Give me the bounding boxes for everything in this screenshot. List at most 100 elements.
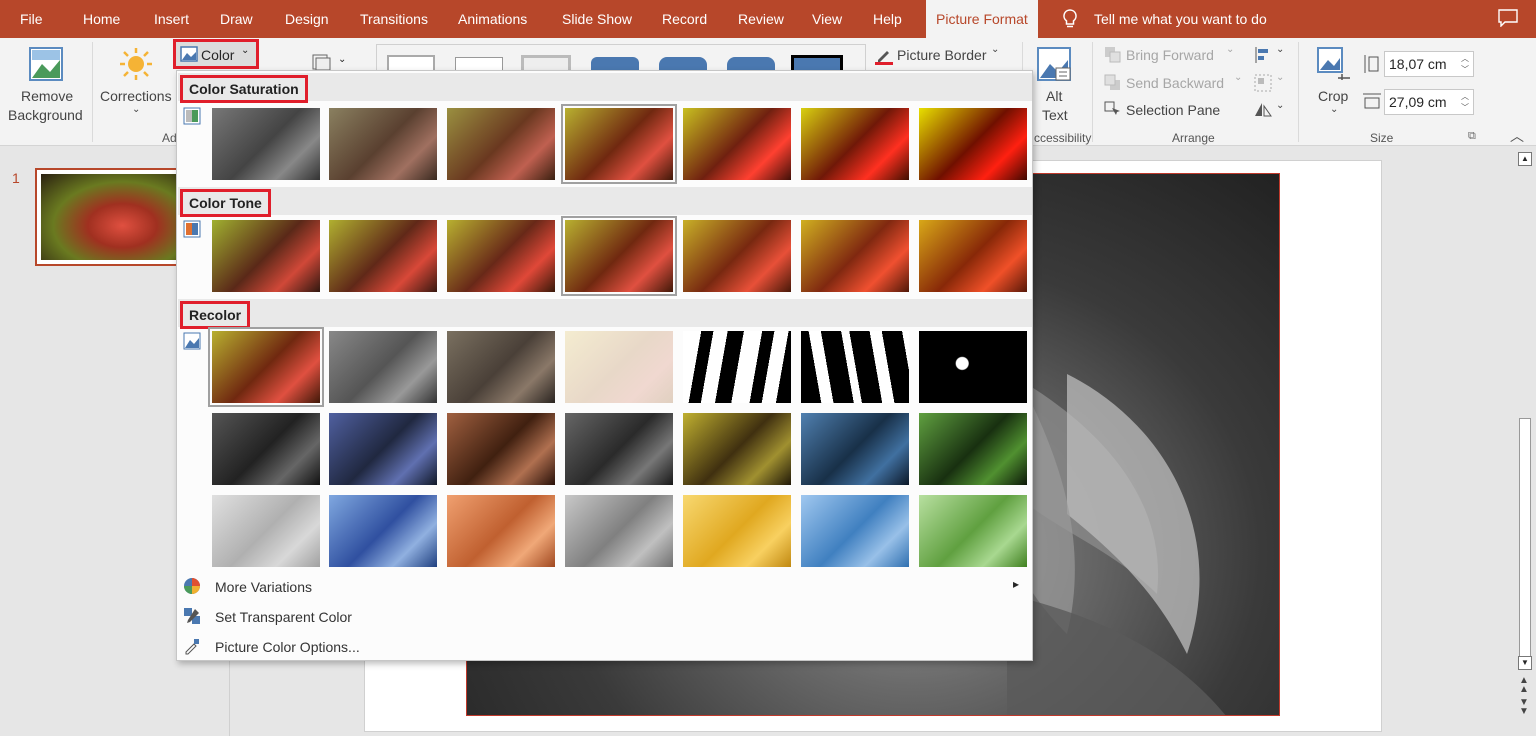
picture-color-options-icon xyxy=(185,639,199,655)
rotate-icon[interactable] xyxy=(1254,100,1272,118)
recolor-swatch[interactable] xyxy=(447,331,555,403)
scroll-thumb[interactable] xyxy=(1519,418,1531,660)
tab-record[interactable]: Record xyxy=(662,0,707,38)
picture-color-options-item[interactable]: Picture Color Options... xyxy=(215,639,360,655)
dialog-launcher-icon[interactable]: ⧉ xyxy=(1468,130,1476,143)
recolor-swatch[interactable] xyxy=(329,331,437,403)
tab-review[interactable]: Review xyxy=(738,0,784,38)
tab-help[interactable]: Help xyxy=(873,0,902,38)
more-variations-item[interactable]: More Variations xyxy=(215,579,312,595)
arrange-group-label: Arrange xyxy=(1172,131,1215,145)
alt-text-label-2[interactable]: Text xyxy=(1042,107,1068,123)
remove-background-icon[interactable] xyxy=(28,46,64,82)
recolor-swatch[interactable] xyxy=(919,413,1027,485)
picture-styles-gallery[interactable] xyxy=(376,44,866,73)
group-icon xyxy=(1254,74,1272,92)
chevron-down-icon[interactable]: ⌄ xyxy=(991,44,999,55)
recolor-swatch[interactable] xyxy=(683,331,791,403)
chevron-down-icon: ⌄ xyxy=(241,45,250,56)
set-transparent-color-item[interactable]: Set Transparent Color xyxy=(215,609,352,625)
spinner-arrows-icon[interactable]: ︿ ﹀ xyxy=(1461,91,1469,113)
remove-background-label-1[interactable]: Remove xyxy=(21,88,73,104)
recolor-swatch[interactable] xyxy=(565,331,673,403)
recolor-swatch[interactable] xyxy=(329,413,437,485)
recolor-swatch[interactable] xyxy=(683,413,791,485)
selection-pane-icon[interactable] xyxy=(1104,100,1122,118)
recolor-swatch[interactable] xyxy=(447,495,555,567)
tab-picture-format[interactable]: Picture Format xyxy=(926,0,1038,38)
recolor-swatch[interactable] xyxy=(919,495,1027,567)
recolor-swatch[interactable] xyxy=(801,331,909,403)
saturation-swatch[interactable] xyxy=(329,108,437,180)
width-icon xyxy=(1363,93,1381,109)
corrections-icon[interactable] xyxy=(118,46,154,85)
tab-draw[interactable]: Draw xyxy=(220,0,253,38)
separator xyxy=(1298,42,1299,142)
send-backward-icon xyxy=(1104,74,1120,90)
height-input[interactable]: 18,07 cm ︿ ﹀ xyxy=(1384,51,1474,77)
saturation-swatch[interactable] xyxy=(447,108,555,180)
tone-swatch[interactable] xyxy=(801,220,909,292)
tone-swatch[interactable] xyxy=(561,216,677,296)
width-input[interactable]: 27,09 cm ︿ ﹀ xyxy=(1384,89,1474,115)
vertical-scrollbar[interactable]: ▲ ▼ ▲ ▲ ▼ ▼ xyxy=(1514,146,1536,736)
tone-swatch[interactable] xyxy=(447,220,555,292)
tab-insert[interactable]: Insert xyxy=(154,0,189,38)
tab-animations[interactable]: Animations xyxy=(458,0,527,38)
crop-icon[interactable] xyxy=(1316,46,1352,82)
alt-text-icon[interactable] xyxy=(1036,46,1072,82)
selection-pane-label[interactable]: Selection Pane xyxy=(1126,102,1220,118)
tab-slide-show[interactable]: Slide Show xyxy=(562,0,632,38)
tell-me-search[interactable]: Tell me what you want to do xyxy=(1062,0,1267,38)
collapse-ribbon-icon[interactable]: ︿ xyxy=(1510,126,1524,146)
tone-swatch[interactable] xyxy=(919,220,1027,292)
previous-slide-icon[interactable]: ▲ ▲ xyxy=(1519,676,1529,695)
recolor-swatch[interactable] xyxy=(212,413,320,485)
saturation-swatch[interactable] xyxy=(561,104,677,184)
chevron-down-icon[interactable]: ⌄ xyxy=(338,54,346,65)
tab-transitions[interactable]: Transitions xyxy=(360,0,428,38)
recolor-swatch[interactable] xyxy=(565,413,673,485)
saturation-swatch[interactable] xyxy=(801,108,909,180)
color-button[interactable]: Color ⌄ xyxy=(173,39,259,69)
corrections-label[interactable]: Corrections xyxy=(100,88,172,104)
alt-text-label-1[interactable]: Alt xyxy=(1046,88,1062,104)
corrections-chevron-icon[interactable]: ⌄ xyxy=(132,104,140,115)
recolor-swatch[interactable] xyxy=(919,331,1027,403)
remove-background-label-2[interactable]: Background xyxy=(8,107,83,123)
tab-view[interactable]: View xyxy=(812,0,842,38)
chevron-down-icon[interactable]: ⌄ xyxy=(1276,44,1284,55)
saturation-swatch[interactable] xyxy=(919,108,1027,180)
width-value: 27,09 cm xyxy=(1389,94,1447,110)
adjust-group-label: Ad xyxy=(162,131,177,145)
recolor-swatch[interactable] xyxy=(683,495,791,567)
slide-thumbnail[interactable] xyxy=(35,168,195,266)
recolor-swatch[interactable] xyxy=(801,413,909,485)
scroll-down-icon[interactable]: ▼ xyxy=(1518,656,1532,670)
comment-icon[interactable] xyxy=(1498,9,1518,27)
chevron-down-icon[interactable]: ⌄ xyxy=(1276,100,1284,111)
tone-swatch[interactable] xyxy=(212,220,320,292)
next-slide-icon[interactable]: ▼ ▼ xyxy=(1519,698,1529,717)
recolor-swatch[interactable] xyxy=(565,495,673,567)
crop-label[interactable]: Crop xyxy=(1318,88,1348,104)
scroll-up-icon[interactable]: ▲ xyxy=(1518,152,1532,166)
align-icon[interactable] xyxy=(1254,46,1272,64)
spinner-arrows-icon[interactable]: ︿ ﹀ xyxy=(1461,53,1469,75)
picture-border-label[interactable]: Picture Border xyxy=(897,47,986,63)
recolor-swatch[interactable] xyxy=(447,413,555,485)
crop-chevron-icon[interactable]: ⌄ xyxy=(1330,104,1338,115)
recolor-swatch[interactable] xyxy=(801,495,909,567)
recolor-swatch[interactable] xyxy=(208,327,324,407)
saturation-swatch[interactable] xyxy=(683,108,791,180)
tab-file[interactable]: File xyxy=(20,0,43,38)
tab-home[interactable]: Home xyxy=(83,0,120,38)
tab-design[interactable]: Design xyxy=(285,0,329,38)
picture-border-icon[interactable] xyxy=(874,46,894,66)
recolor-swatch[interactable] xyxy=(212,495,320,567)
recolor-swatch[interactable] xyxy=(329,495,437,567)
saturation-swatch[interactable] xyxy=(212,108,320,180)
tone-swatch[interactable] xyxy=(683,220,791,292)
recolor-header: Recolor xyxy=(178,299,1032,329)
tone-swatch[interactable] xyxy=(329,220,437,292)
